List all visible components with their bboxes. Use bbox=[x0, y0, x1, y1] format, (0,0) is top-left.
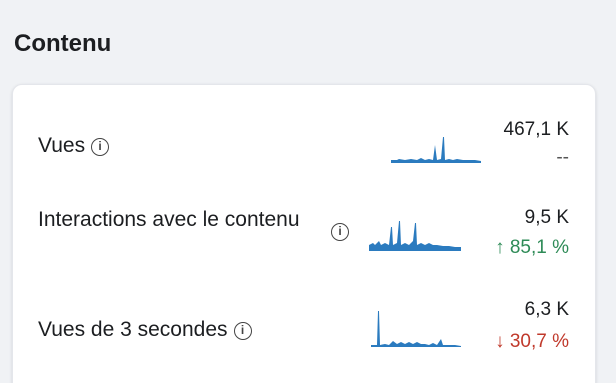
metric-label-text: Vues bbox=[38, 134, 86, 157]
sparkline-interactions bbox=[369, 221, 461, 251]
sparkline-vues bbox=[391, 137, 481, 163]
info-circle-icon[interactable]: i bbox=[331, 223, 349, 241]
metric-value: 467,1 K bbox=[503, 119, 570, 140]
metric-label: Vues i bbox=[38, 131, 110, 161]
sparkline-3s-views bbox=[371, 311, 461, 347]
metric-value: 6,3 K bbox=[524, 299, 569, 320]
metric-change: -- bbox=[556, 147, 569, 168]
content-metrics-card: Vues i 467,1 K -- Interactions avec le co… bbox=[12, 84, 596, 383]
metric-label: Interactions avec le contenu bbox=[38, 208, 300, 231]
metric-label: Vues de 3 secondes i bbox=[38, 315, 252, 345]
info-circle-icon[interactable]: i bbox=[91, 138, 110, 156]
metric-change: ↑ 85,1 % bbox=[495, 237, 569, 258]
metric-row-interactions[interactable]: Interactions avec le contenu i 9,5 K ↑ 8… bbox=[13, 205, 595, 275]
info-circle-icon[interactable]: i bbox=[233, 322, 252, 340]
metric-row-vues[interactable]: Vues i 467,1 K -- bbox=[13, 119, 595, 179]
section-title: Contenu bbox=[14, 30, 112, 57]
metric-label-text: Vues de 3 secondes bbox=[38, 318, 228, 341]
metric-value: 9,5 K bbox=[524, 207, 569, 228]
metric-change: ↓ 30,7 % bbox=[495, 331, 569, 352]
metric-row-3s-views[interactable]: Vues de 3 secondes i 6,3 K ↓ 30,7 % bbox=[13, 299, 595, 365]
